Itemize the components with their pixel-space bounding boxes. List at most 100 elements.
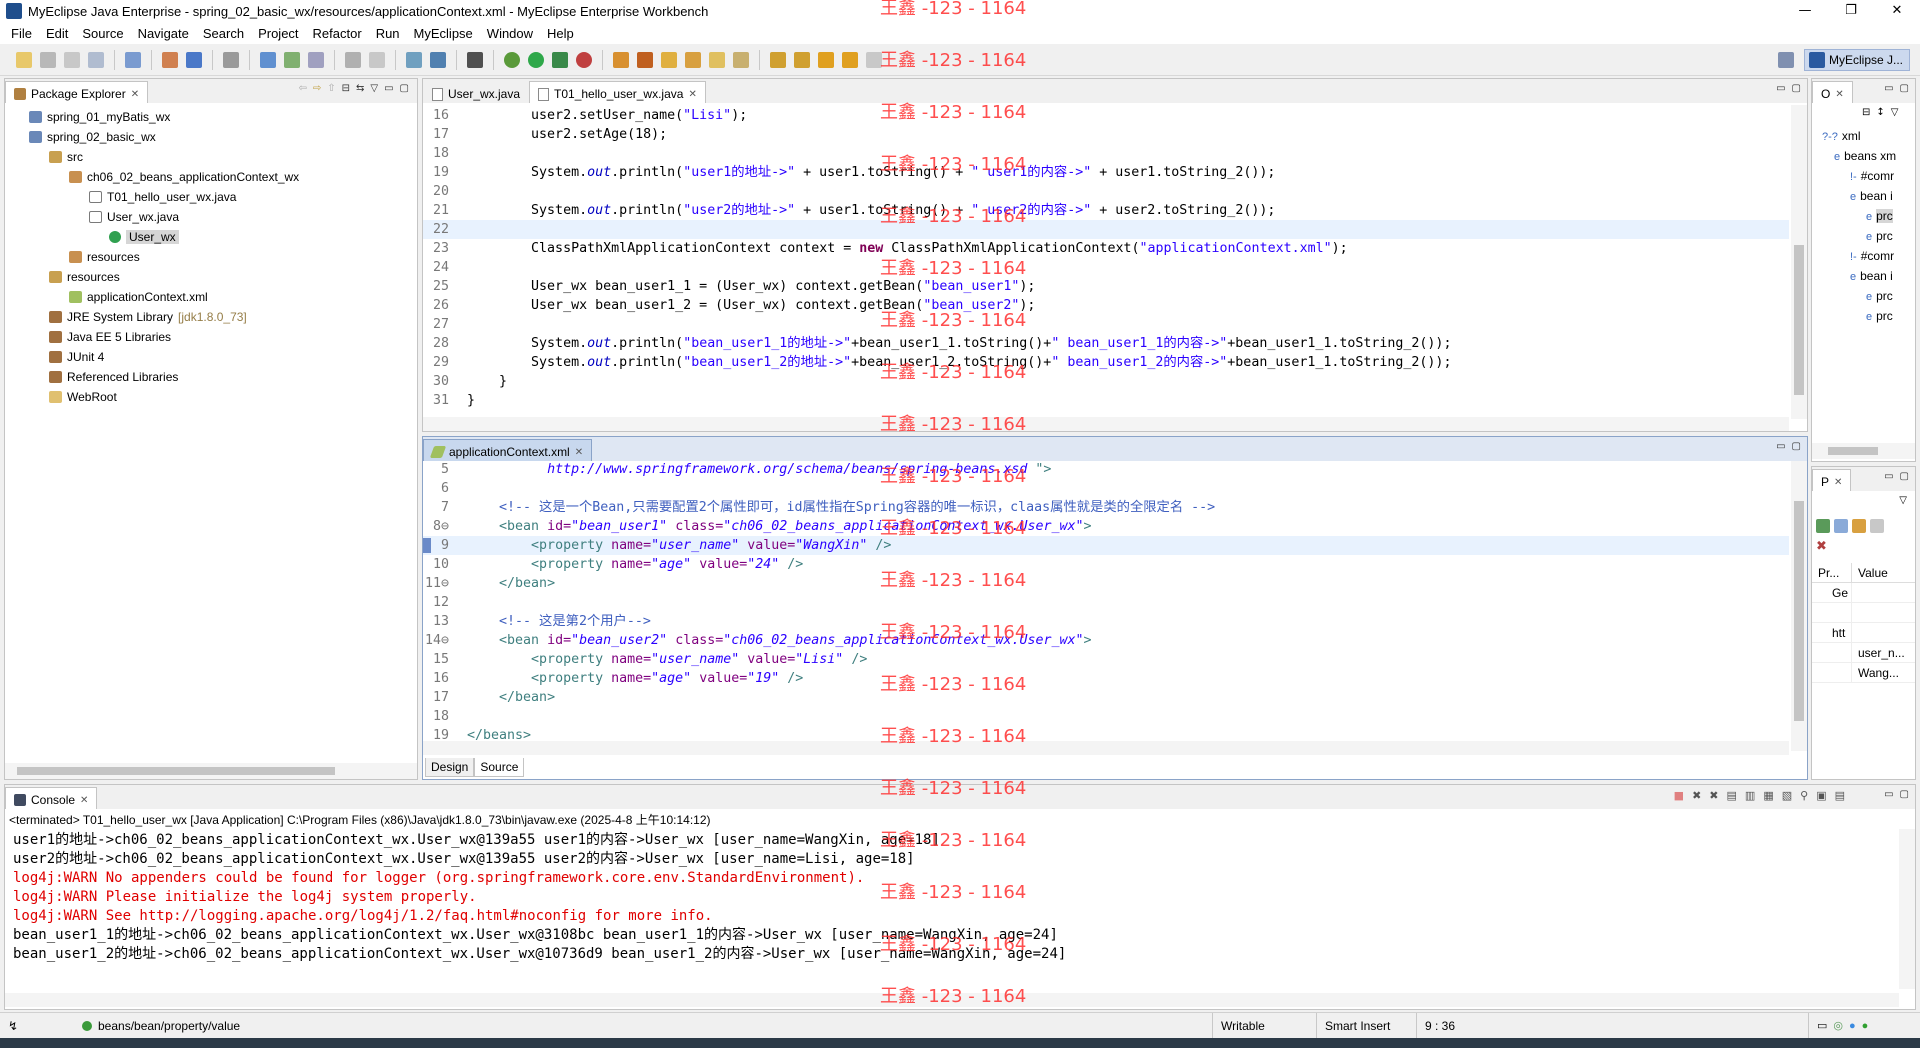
view-menu-icon[interactable]: ▽ — [1891, 107, 1899, 118]
back-icon[interactable] — [818, 51, 834, 68]
deploy-icon[interactable] — [162, 51, 178, 68]
code-line[interactable]: 17 user2.setAge(18); — [423, 125, 1789, 144]
code-line[interactable]: 25 User_wx bean_user1_1 = (User_wx) cont… — [423, 277, 1789, 296]
open-console-icon[interactable]: ▤ — [1835, 789, 1845, 802]
clear-console-icon[interactable]: ▤ — [1727, 789, 1737, 802]
pin-console-icon[interactable]: ⚲ — [1800, 789, 1808, 802]
menu-navigate[interactable]: Navigate — [131, 26, 196, 41]
outline-item[interactable]: e prc — [1866, 209, 1893, 223]
code-line[interactable]: 15 <property name="user_name" value="Lis… — [423, 650, 1789, 669]
view-menu-icon[interactable]: ▽ — [1899, 495, 1907, 506]
code-line[interactable]: 18 — [423, 144, 1789, 163]
save-icon[interactable] — [40, 51, 56, 68]
tray-icon[interactable]: ● — [1849, 1013, 1856, 1039]
outline-item[interactable]: e prc — [1866, 289, 1893, 303]
code-line[interactable]: 14⊖ <bean id="bean_user2" class="ch06_02… — [423, 631, 1789, 650]
code-line[interactable]: 16 user2.setUser_name("Lisi"); — [423, 106, 1789, 125]
link-editor-icon[interactable]: ⇆ — [356, 83, 364, 94]
show-on-output-icon[interactable]: ▧ — [1782, 789, 1792, 802]
menu-myeclipse[interactable]: MyEclipse — [407, 26, 480, 41]
minimize-view-icon[interactable]: ▭ — [1776, 83, 1785, 94]
minimize-view-icon[interactable]: ▭ — [1884, 789, 1893, 800]
vertical-scrollbar[interactable] — [1791, 105, 1807, 419]
clean-icon[interactable] — [369, 51, 385, 68]
tab-console[interactable]: Console ✕ — [5, 787, 98, 809]
code-line[interactable]: 27 — [423, 315, 1789, 334]
tree-item[interactable]: Java EE 5 Libraries — [13, 327, 299, 347]
outline-item[interactable]: e beans xm — [1834, 149, 1896, 163]
property-row[interactable]: Wang... — [1812, 663, 1915, 683]
camera-icon[interactable] — [467, 51, 483, 68]
vertical-scrollbar[interactable] — [1899, 829, 1915, 989]
run-config-icon[interactable] — [345, 51, 361, 68]
column-header-value[interactable]: Value — [1852, 563, 1888, 582]
tree-item[interactable]: src — [13, 147, 299, 167]
new-icon[interactable] — [16, 51, 32, 68]
tree-item[interactable]: JRE System Library [jdk1.8.0_73] — [13, 307, 299, 327]
vertical-scrollbar[interactable] — [1791, 461, 1807, 751]
pencil-icon[interactable] — [685, 51, 701, 68]
property-row[interactable]: Ge — [1812, 583, 1915, 603]
tree-item[interactable]: ch06_02_beans_applicationContext_wx — [13, 167, 299, 187]
terminate-icon[interactable]: ■ — [1674, 789, 1684, 802]
search-file-icon[interactable] — [709, 51, 725, 68]
java-code-area[interactable]: 16 user2.setUser_name("Lisi"); 17 user2.s… — [423, 106, 1789, 410]
code-line[interactable]: 21 System.out.println("user2的地址->" + use… — [423, 201, 1789, 220]
horizontal-scrollbar[interactable] — [423, 741, 1789, 755]
maximize-view-icon[interactable]: ▢ — [1900, 789, 1909, 800]
remove-icon[interactable]: ✖ — [1816, 539, 1827, 554]
tree-item[interactable]: spring_01_myBatis_wx — [13, 107, 299, 127]
maximize-view-icon[interactable]: ▢ — [1792, 441, 1801, 452]
open-perspective-icon[interactable] — [1777, 52, 1794, 68]
menu-source[interactable]: Source — [75, 26, 130, 41]
tab-design[interactable]: Design — [425, 758, 475, 777]
outline-item[interactable]: e bean i — [1850, 269, 1893, 283]
code-line[interactable]: 22 — [423, 220, 1789, 239]
property-row[interactable]: user_n... — [1812, 643, 1915, 663]
forward-arrow-icon[interactable] — [842, 51, 858, 68]
new-project-icon[interactable] — [125, 51, 141, 68]
code-line[interactable]: 28 System.out.println("bean_user1_1的地址->… — [423, 334, 1789, 353]
restore-default-icon[interactable] — [1870, 519, 1884, 533]
coverage-icon[interactable] — [552, 51, 568, 68]
close-icon[interactable]: ✕ — [80, 795, 88, 806]
remove-launch-icon[interactable]: ✖ — [1692, 789, 1701, 802]
open-resource-icon[interactable] — [308, 51, 324, 68]
minimize-button[interactable]: — — [1782, 0, 1828, 22]
close-icon[interactable]: ✕ — [688, 89, 696, 100]
tray-icon[interactable]: ● — [1862, 1013, 1869, 1039]
tools-icon[interactable] — [637, 51, 653, 68]
code-line[interactable]: 5 http://www.springframework.org/schema/… — [423, 460, 1789, 479]
close-icon[interactable]: ✕ — [1835, 89, 1843, 100]
back-nav-icon[interactable]: ⇦ — [298, 83, 306, 94]
up-nav-icon[interactable]: ⇧ — [327, 83, 335, 94]
code-line[interactable]: 9 <property name="user_name" value="Wang… — [423, 536, 1789, 555]
code-line[interactable]: 10 <property name="age" value="24" /> — [423, 555, 1789, 574]
outline-item[interactable]: e bean i — [1850, 189, 1893, 203]
external-tools-icon[interactable] — [576, 51, 592, 68]
run-icon[interactable] — [528, 51, 544, 68]
remove-all-icon[interactable]: ✖ — [1709, 789, 1718, 802]
code-line[interactable]: 19 System.out.println("user1的地址->" + use… — [423, 163, 1789, 182]
menu-refactor[interactable]: Refactor — [306, 26, 369, 41]
xml-code-area[interactable]: 5 http://www.springframework.org/schema/… — [423, 460, 1789, 745]
code-line[interactable]: 24 — [423, 258, 1789, 277]
code-line[interactable]: 13 <!-- 这是第2个用户--> — [423, 612, 1789, 631]
horizontal-scrollbar[interactable] — [5, 763, 417, 779]
tab-user-wx-java[interactable]: User_wx.java — [423, 81, 529, 103]
new-class-icon[interactable] — [260, 51, 276, 68]
menu-edit[interactable]: Edit — [39, 26, 75, 41]
display-console-icon[interactable]: ▣ — [1816, 789, 1826, 802]
view-menu-icon[interactable]: ▽ — [370, 83, 378, 94]
tab-applicationcontext-xml[interactable]: applicationContext.xml ✕ — [423, 439, 593, 461]
code-line[interactable]: 12 — [423, 593, 1789, 612]
show-categories-icon[interactable] — [1816, 519, 1830, 533]
collapse-all-icon[interactable]: ⊟ — [1862, 107, 1870, 118]
next-annotation-icon[interactable] — [770, 51, 786, 68]
task-icon[interactable] — [733, 51, 749, 68]
code-line[interactable]: 26 User_wx bean_user1_2 = (User_wx) cont… — [423, 296, 1789, 315]
collapse-all-icon[interactable]: ⊟ — [342, 83, 350, 94]
code-line[interactable]: 6 — [423, 479, 1789, 498]
horizontal-scrollbar[interactable] — [423, 417, 1789, 431]
tree-item[interactable]: spring_02_basic_wx — [13, 127, 299, 147]
